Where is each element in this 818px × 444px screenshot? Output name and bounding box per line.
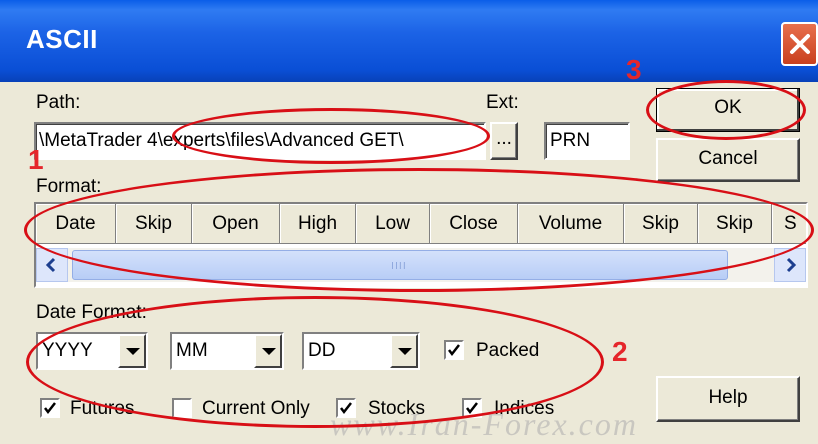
browse-button[interactable]: ... [490,122,518,160]
scroll-grip: IIII [391,261,407,272]
close-button[interactable] [781,22,818,66]
ok-label: OK [714,97,742,118]
format-column[interactable]: Skip [116,204,192,244]
chevron-down-icon[interactable] [118,334,146,368]
format-column[interactable]: Open [192,204,280,244]
packed-checkbox[interactable] [444,340,464,360]
watermark: www.Iran-Forex.com [330,406,638,442]
format-column-header-row: Date Skip Open High Low Close Volume Ski… [36,204,806,244]
chevron-left-icon [45,257,56,273]
scroll-right-button[interactable] [774,248,806,282]
chevron-down-icon[interactable] [254,334,282,368]
cancel-label: Cancel [698,148,758,169]
format-column[interactable]: Close [430,204,518,244]
path-value: \MetaTrader 4\experts\files\Advanced GET… [39,130,404,151]
path-label: Path: [36,92,81,113]
help-button[interactable]: Help [656,376,800,422]
current-only-label: Current Only [202,398,310,419]
format-column[interactable]: S [772,204,806,244]
chevron-right-icon [786,257,797,273]
annotation-number-1: 1 [28,144,44,175]
browse-label: ... [496,128,512,149]
futures-checkbox[interactable] [40,398,60,418]
format-column[interactable]: Skip [698,204,772,244]
help-label: Help [708,387,748,408]
window-title: ASCII [26,24,98,54]
scroll-thumb[interactable]: IIII [72,250,728,280]
ok-button[interactable]: OK [656,88,800,132]
close-icon [790,34,810,54]
cancel-button[interactable]: Cancel [656,138,800,182]
current-only-checkbox[interactable] [172,398,192,418]
day-format-select[interactable]: DD [302,332,420,370]
title-bar[interactable]: ASCII [0,0,818,82]
chevron-down-icon[interactable] [390,334,418,368]
annotation-number-2: 2 [612,336,628,367]
format-column[interactable]: Skip [624,204,698,244]
checkmark-icon [448,344,460,357]
horizontal-scrollbar[interactable]: IIII [36,248,806,282]
format-column[interactable]: Volume [518,204,624,244]
annotation-number-3: 3 [626,54,642,85]
month-format-select[interactable]: MM [170,332,284,370]
day-format-value: DD [308,340,336,361]
futures-label: Futures [70,398,135,419]
month-format-value: MM [176,340,208,361]
format-column[interactable]: Date [36,204,116,244]
ascii-dialog: ASCII Path: \MetaTrader 4\experts\files\… [0,0,818,444]
format-label: Format: [36,176,102,197]
ext-input[interactable]: PRN [544,122,630,160]
scroll-left-button[interactable] [36,248,68,282]
packed-label: Packed [476,340,540,361]
year-format-value: YYYY [42,340,93,361]
ext-value: PRN [550,130,591,151]
path-input[interactable]: \MetaTrader 4\experts\files\Advanced GET… [34,122,486,160]
format-column[interactable]: High [280,204,356,244]
format-column[interactable]: Low [356,204,430,244]
ext-label: Ext: [486,92,519,113]
date-format-label: Date Format: [36,302,147,323]
checkmark-icon [44,402,56,415]
format-columns-list[interactable]: Date Skip Open High Low Close Volume Ski… [34,202,808,288]
year-format-select[interactable]: YYYY [36,332,148,370]
